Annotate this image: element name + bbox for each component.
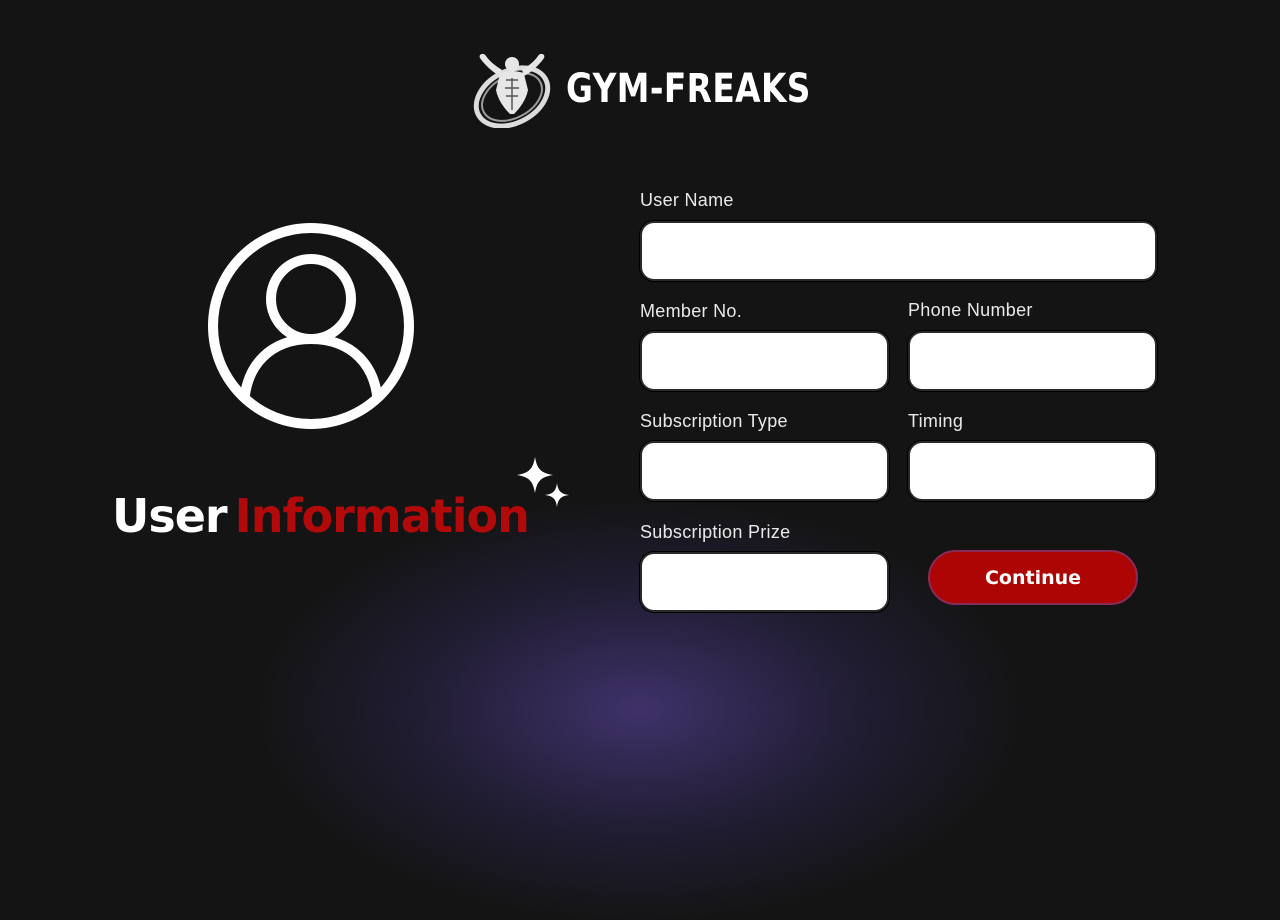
subscription-type-input[interactable] (640, 441, 889, 501)
sparkle-icon (517, 457, 569, 507)
brand-header: GYM-FREAKS (470, 50, 865, 128)
member-no-label: Member No. (640, 301, 743, 321)
subscription-prize-label: Subscription Prize (640, 522, 791, 542)
timing-input[interactable] (908, 441, 1157, 501)
timing-label: Timing (908, 411, 964, 431)
hero-title: User Information (112, 486, 530, 546)
phone-number-label: Phone Number (908, 300, 1033, 320)
bodybuilder-logo-icon (473, 53, 551, 128)
continue-button[interactable]: Continue (928, 550, 1138, 605)
user-name-label: User Name (640, 190, 734, 210)
phone-number-input[interactable] (908, 331, 1157, 391)
continue-button-label: Continue (984, 566, 1082, 589)
member-no-input[interactable] (640, 331, 889, 391)
user-name-input[interactable] (640, 221, 1157, 281)
subscription-type-label: Subscription Type (640, 411, 788, 431)
hero-title-user: User (112, 489, 228, 543)
brand-name: GYM-FREAKS (566, 66, 811, 112)
subscription-prize-input[interactable] (640, 552, 889, 612)
user-profile-icon (208, 223, 414, 429)
hero-title-information: Information (234, 489, 530, 543)
